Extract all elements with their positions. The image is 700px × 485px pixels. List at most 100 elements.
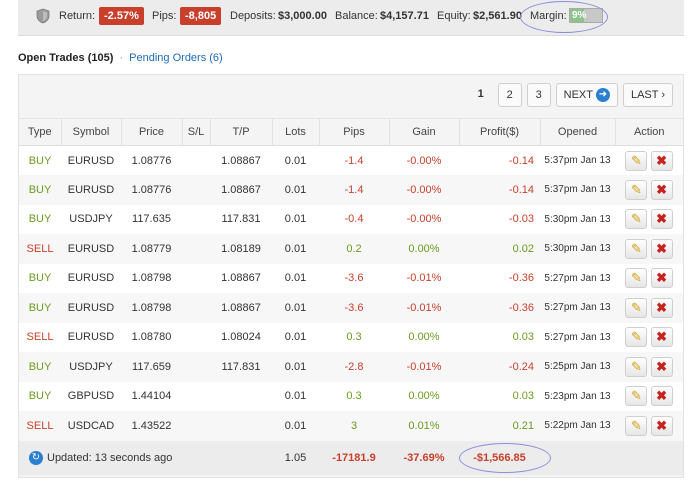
pagination: 1 2 3 NEXT ➜ LAST › [469, 83, 673, 107]
last-page-button[interactable]: LAST › [622, 83, 673, 107]
next-page-button[interactable]: NEXT ➜ [555, 83, 618, 107]
pencil-icon: ✎ [631, 181, 642, 197]
lots: 0.01 [272, 293, 319, 323]
profit: -0.03 [459, 204, 540, 234]
col-price[interactable]: Price [120, 118, 182, 146]
close-icon: ✖ [656, 270, 667, 286]
col-symbol[interactable]: Symbol [60, 118, 121, 146]
col-lots[interactable]: Lots [271, 118, 319, 146]
lots: 0.01 [272, 263, 319, 293]
col-sl[interactable]: S/L [181, 118, 210, 146]
col-type[interactable]: Type [19, 118, 61, 146]
page-2[interactable]: 2 [497, 83, 522, 107]
pips: -3.6 [319, 293, 389, 323]
pips-label: Pips: [152, 10, 177, 22]
gain: 0.01% [389, 411, 459, 441]
col-profit[interactable]: Profit($) [458, 118, 540, 146]
action-cell: ✎ ✖ [615, 263, 683, 293]
take-profit: 1.08867 [210, 263, 272, 293]
opened-time: 5:25pm Jan 13 [540, 352, 615, 382]
take-profit [210, 411, 272, 441]
edit-trade-button[interactable]: ✎ [625, 238, 648, 259]
trade-type: SELL [19, 234, 61, 264]
pencil-icon: ✎ [631, 358, 642, 374]
col-pips[interactable]: Pips [318, 118, 389, 146]
lots: 0.01 [272, 352, 319, 382]
close-trade-button[interactable]: ✖ [650, 415, 673, 436]
col-gain[interactable]: Gain [388, 118, 459, 146]
symbol: USDJPY [61, 352, 121, 382]
stop-loss [182, 352, 210, 382]
trade-type: BUY [19, 204, 61, 234]
page-1[interactable]: 1 [469, 83, 493, 107]
col-action: Action [614, 118, 683, 146]
action-cell: ✎ ✖ [615, 145, 683, 175]
table-row: BUY EURUSD 1.08776 1.08867 0.01 -1.4 -0.00% -0.… [19, 175, 683, 205]
edit-trade-button[interactable]: ✎ [625, 356, 648, 377]
opened-time: 5:23pm Jan 13 [540, 381, 615, 411]
tab-open-trades[interactable]: Open Trades (105) [18, 52, 113, 64]
lots: 0.01 [272, 175, 319, 205]
close-trade-button[interactable]: ✖ [650, 327, 673, 348]
edit-trade-button[interactable]: ✎ [625, 386, 648, 407]
take-profit: 117.831 [210, 204, 272, 234]
close-trade-button[interactable]: ✖ [650, 297, 673, 318]
col-opened[interactable]: Opened [539, 118, 615, 146]
table-header-row: Type Symbol Price S/L T/P Lots Pips Gain… [19, 118, 683, 146]
close-trade-button[interactable]: ✖ [650, 150, 673, 171]
edit-trade-button[interactable]: ✎ [625, 209, 648, 230]
close-trade-button[interactable]: ✖ [650, 238, 673, 259]
profit: -0.36 [459, 263, 540, 293]
close-icon: ✖ [656, 417, 667, 433]
symbol: EURUSD [61, 145, 121, 175]
edit-trade-button[interactable]: ✎ [625, 150, 648, 171]
return-label: Return: [59, 10, 96, 22]
table-row: BUY EURUSD 1.08776 1.08867 0.01 -1.4 -0.00% -0.… [19, 145, 683, 175]
close-trade-button[interactable]: ✖ [650, 179, 673, 200]
edit-trade-button[interactable]: ✎ [625, 415, 648, 436]
table-row: SELL USDCAD 1.43522 0.01 3 0.01% 0.21 5:22pm Ja… [19, 411, 683, 441]
tab-pending-orders[interactable]: Pending Orders (6) [129, 52, 223, 64]
close-trade-button[interactable]: ✖ [650, 209, 673, 230]
close-trade-button[interactable]: ✖ [650, 386, 673, 407]
edit-trade-button[interactable]: ✎ [625, 268, 648, 289]
stop-loss [182, 204, 210, 234]
price: 1.08776 [121, 175, 182, 205]
edit-trade-button[interactable]: ✎ [625, 327, 648, 348]
close-icon: ✖ [656, 211, 667, 227]
take-profit: 1.08189 [210, 234, 272, 264]
gain: -0.01% [389, 293, 459, 323]
lots: 0.01 [272, 234, 319, 264]
lots: 0.01 [272, 411, 319, 441]
trade-type: BUY [19, 381, 61, 411]
opened-time: 5:22pm Jan 13 [540, 411, 615, 441]
refresh-icon[interactable]: ↻ [29, 450, 43, 465]
table-footer-row: ↻ Updated: 13 seconds ago 1.05 -17181.9 -… [19, 440, 683, 475]
edit-trade-button[interactable]: ✎ [625, 297, 648, 318]
pips: 0.2 [319, 234, 389, 264]
price: 117.659 [121, 352, 182, 382]
close-trade-button[interactable]: ✖ [650, 268, 673, 289]
page-3[interactable]: 3 [526, 83, 551, 107]
col-tp[interactable]: T/P [209, 118, 272, 146]
pips: -1.4 [319, 145, 389, 175]
profit: -0.14 [459, 175, 540, 205]
price: 1.44104 [121, 381, 182, 411]
opened-time: 5:30pm Jan 13 [540, 234, 615, 264]
gain: -0.00% [389, 204, 459, 234]
trade-type: SELL [19, 322, 61, 352]
opened-time: 5:37pm Jan 13 [540, 175, 615, 205]
profit: -0.14 [459, 145, 540, 175]
lots: 0.01 [272, 204, 319, 234]
price: 117.635 [121, 204, 182, 234]
close-trade-button[interactable]: ✖ [650, 356, 673, 377]
symbol: EURUSD [61, 175, 121, 205]
gain: 0.00% [389, 322, 459, 352]
deposits-value: $3,000.00 [278, 10, 327, 22]
symbol: USDCAD [61, 411, 121, 441]
open-trades-panel: 1 2 3 NEXT ➜ LAST › Type Symbol Price S/L… [18, 74, 684, 478]
symbol: EURUSD [61, 263, 121, 293]
edit-trade-button[interactable]: ✎ [625, 179, 648, 200]
table-row: SELL EURUSD 1.08780 1.08024 0.01 0.3 0.00% 0.03… [19, 322, 683, 352]
deposits-label: Deposits: [230, 10, 276, 22]
